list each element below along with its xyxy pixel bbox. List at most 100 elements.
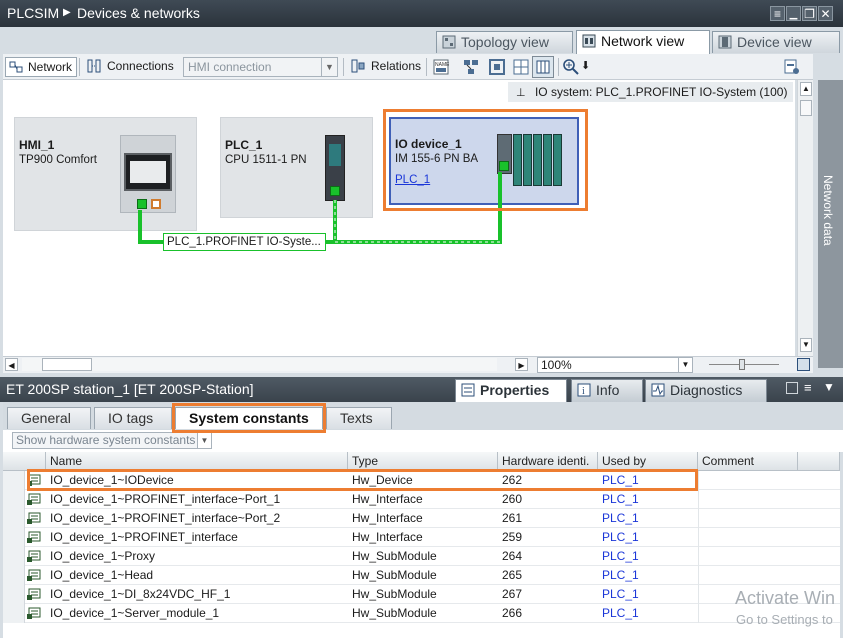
row-selector[interactable] xyxy=(3,528,25,547)
overview-navigation-icon[interactable] xyxy=(797,358,810,371)
cell-name[interactable]: IO_device_1~PROFINET_interface~Port_1 xyxy=(50,490,346,509)
pin-icon[interactable]: ⊥ xyxy=(516,87,526,99)
minimize-icon[interactable]: ▁ xyxy=(786,6,801,21)
chevron-down-icon[interactable]: ▼ xyxy=(197,433,211,448)
network-data-panel[interactable]: Network data xyxy=(818,80,843,368)
scroll-up-icon[interactable]: ▲ xyxy=(800,82,812,96)
cell-used-by[interactable]: PLC_1 xyxy=(602,528,698,547)
activation-watermark: Activate Win xyxy=(735,588,836,608)
tab-diagnostics[interactable]: Diagnostics xyxy=(645,379,767,402)
cell-hwid[interactable]: 265 xyxy=(502,566,598,585)
column-header-comment[interactable]: Comment xyxy=(698,452,798,471)
subtab-io-tags[interactable]: IO tags xyxy=(94,407,172,429)
connections-button[interactable]: Connections xyxy=(85,57,174,77)
connection-type-select[interactable]: HMI connection ▼ xyxy=(183,57,338,77)
cell-name[interactable]: IO_device_1~PROFINET_interface~Port_2 xyxy=(50,509,346,528)
cell-name[interactable]: IO_device_1~Head xyxy=(50,566,346,585)
show-names-icon[interactable]: NAME xyxy=(433,59,449,75)
filter-value: Show hardware system constants xyxy=(16,433,196,447)
hardware-constants-filter[interactable]: Show hardware system constants ▼ xyxy=(12,432,212,449)
cell-type[interactable]: Hw_SubModule xyxy=(352,585,498,604)
cell-hwid[interactable]: 264 xyxy=(502,547,598,566)
scroll-thumb[interactable] xyxy=(800,100,812,116)
row-selector[interactable] xyxy=(3,604,25,623)
tab-device-view[interactable]: Device view xyxy=(712,31,840,53)
zoom-arrow-icon[interactable]: ⬇ xyxy=(581,59,590,72)
cell-used-by[interactable]: PLC_1 xyxy=(602,585,698,604)
fit-to-view-icon[interactable] xyxy=(489,59,505,75)
restore-panel-icon[interactable] xyxy=(786,382,798,394)
cell-used-by[interactable]: PLC_1 xyxy=(602,566,698,585)
save-layout-icon[interactable] xyxy=(784,59,800,75)
cell-type[interactable]: Hw_Interface xyxy=(352,509,498,528)
row-selector[interactable] xyxy=(3,566,25,585)
tab-label: Properties xyxy=(480,382,550,398)
system-constant-icon xyxy=(27,607,41,619)
cell-name[interactable]: IO_device_1~PROFINET_interface xyxy=(50,528,346,547)
row-selector[interactable] xyxy=(3,585,25,604)
collapse-panel-icon[interactable]: ▼ xyxy=(823,380,835,394)
cell-hwid[interactable]: 267 xyxy=(502,585,598,604)
cell-type[interactable]: Hw_SubModule xyxy=(352,547,498,566)
cell-used-by[interactable]: PLC_1 xyxy=(602,490,698,509)
horizontal-scrollbar[interactable] xyxy=(22,358,497,371)
tab-network-view[interactable]: Network view xyxy=(576,30,710,54)
tile-windows-icon[interactable]: ≡ xyxy=(770,6,785,21)
scroll-thumb-horizontal[interactable] xyxy=(42,358,92,371)
row-selector[interactable] xyxy=(3,509,25,528)
table-row[interactable]: IO_device_1~DI_8x24VDC_HF_1 Hw_SubModule 2… xyxy=(3,585,840,604)
network-data-label: Network data xyxy=(821,175,835,246)
cell-name[interactable]: IO_device_1~Server_module_1 xyxy=(50,604,346,623)
tab-properties[interactable]: Properties xyxy=(455,379,567,402)
network-label[interactable]: PLC_1.PROFINET IO-Syste... xyxy=(163,233,326,251)
restore-icon[interactable]: ❐ xyxy=(802,6,817,21)
chevron-down-icon[interactable]: ▼ xyxy=(678,358,692,372)
subtab-texts[interactable]: Texts xyxy=(326,407,392,429)
relations-button[interactable]: Relations xyxy=(349,57,421,77)
table-row[interactable]: IO_device_1~PROFINET_interface Hw_Interfa… xyxy=(3,528,840,547)
cell-type[interactable]: Hw_Interface xyxy=(352,490,498,509)
panel-menu-icon[interactable]: ≡ xyxy=(804,380,812,395)
table-row[interactable]: IO_device_1~Server_module_1 Hw_SubModule 2… xyxy=(3,604,840,623)
table-row[interactable]: IO_device_1~PROFINET_interface~Port_2 Hw_… xyxy=(3,509,840,528)
toolbar-separator xyxy=(426,58,427,76)
network-mode-button[interactable]: Network xyxy=(5,57,78,77)
cell-used-by[interactable]: PLC_1 xyxy=(602,547,698,566)
scroll-right-icon[interactable]: ▶ xyxy=(515,358,528,371)
row-selector[interactable] xyxy=(3,547,25,566)
tab-topology-view[interactable]: Topology view xyxy=(436,31,573,53)
subtab-general[interactable]: General xyxy=(7,407,91,429)
cell-hwid[interactable]: 266 xyxy=(502,604,598,623)
scroll-down-icon[interactable]: ▼ xyxy=(800,338,812,352)
table-row[interactable]: IO_device_1~Head Hw_SubModule 265 PLC_1 xyxy=(3,566,840,585)
cell-type[interactable]: Hw_Interface xyxy=(352,528,498,547)
tab-label: Device view xyxy=(737,34,812,50)
cell-hwid[interactable]: 261 xyxy=(502,509,598,528)
system-constant-icon xyxy=(27,569,41,581)
cell-used-by[interactable]: PLC_1 xyxy=(602,509,698,528)
grid-view-icon[interactable] xyxy=(513,59,529,75)
cell-hwid[interactable]: 259 xyxy=(502,528,598,547)
table-row[interactable]: IO_device_1~Proxy Hw_SubModule 264 PLC_1 xyxy=(3,547,840,566)
row-selector[interactable] xyxy=(3,471,25,490)
zoom-in-icon[interactable] xyxy=(563,59,579,75)
close-icon[interactable]: ✕ xyxy=(818,6,833,21)
cell-type[interactable]: Hw_SubModule xyxy=(352,604,498,623)
chevron-down-icon[interactable]: ▼ xyxy=(321,58,337,76)
cell-name[interactable]: IO_device_1~DI_8x24VDC_HF_1 xyxy=(50,585,346,604)
subtab-label: General xyxy=(21,410,71,426)
canvas-vertical-scrollbar[interactable]: ▲ ▼ xyxy=(797,80,813,356)
tab-info[interactable]: i Info xyxy=(571,379,643,402)
network-overview-icon[interactable] xyxy=(463,59,479,75)
table-row[interactable]: IO_device_1~PROFINET_interface~Port_1 Hw_… xyxy=(3,490,840,509)
device-icon xyxy=(718,35,732,49)
cell-used-by[interactable]: PLC_1 xyxy=(602,604,698,623)
scroll-left-icon[interactable]: ◀ xyxy=(5,358,18,371)
cell-name[interactable]: IO_device_1~Proxy xyxy=(50,547,346,566)
row-selector[interactable] xyxy=(3,490,25,509)
cell-hwid[interactable]: 260 xyxy=(502,490,598,509)
table-view-toggle[interactable] xyxy=(532,56,554,78)
zoom-slider-thumb[interactable] xyxy=(739,359,745,370)
zoom-select[interactable]: 100% ▼ xyxy=(537,357,693,373)
cell-type[interactable]: Hw_SubModule xyxy=(352,566,498,585)
